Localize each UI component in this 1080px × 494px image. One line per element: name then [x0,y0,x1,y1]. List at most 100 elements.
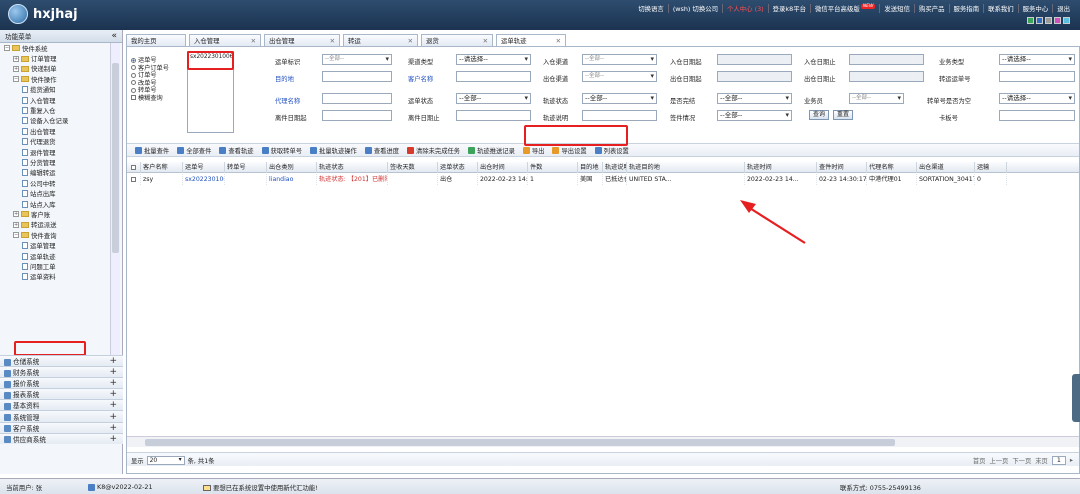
sidebar-item[interactable]: 站点出库 [0,188,110,198]
customer-name-input[interactable] [456,71,531,82]
agent-input[interactable] [322,93,392,104]
sidebar-item[interactable]: 运单资料 [0,272,110,282]
sidebar-item[interactable]: 分货管理 [0,157,110,167]
first-page-button[interactable]: 首页 [973,456,986,465]
page-size-select[interactable]: 20 [146,456,185,465]
close-icon[interactable]: ✕ [483,37,488,45]
chevron-right-icon[interactable]: ▸ [1070,457,1073,464]
sidebar-item[interactable]: 运单管理 [0,240,110,250]
sign-status-select[interactable]: --全部-- [717,110,792,121]
toolbar-button[interactable]: 批量轨迹操作 [310,146,357,155]
expand-icon[interactable]: + [109,356,117,366]
table-cell[interactable]: sx2022301006 [183,174,225,185]
system-item[interactable]: 客户系统 + [0,421,123,433]
column-header[interactable]: 客户名称 [141,162,183,173]
close-icon[interactable]: ✕ [408,37,413,45]
expand-icon[interactable]: + [109,412,117,422]
toolbar-button[interactable]: 清除未完成任务 [407,146,460,155]
nav-switch-company[interactable]: (wsh) 切换公司 [667,4,722,13]
sidebar-item[interactable]: 重复入仓 [0,105,110,115]
column-header[interactable]: 运单号 [183,162,225,173]
track-transit-select[interactable]: --请选择-- [999,93,1075,104]
waybill-status-select[interactable]: --全部-- [456,93,531,104]
tab[interactable]: 出仓管理 ✕ [264,34,340,46]
theme-swatch[interactable] [1045,17,1052,24]
toolbar-button[interactable]: 轨迹推送记录 [468,146,515,155]
toolbar-button[interactable]: 全部查件 [177,146,211,155]
system-item[interactable]: 仓储系统 + [0,355,123,367]
nav-k8-login[interactable]: 登录k8平台 [767,4,810,13]
column-header[interactable]: 轨迹时间 [745,162,817,173]
system-item[interactable]: 供应商系统 + [0,432,123,444]
sidebar-item[interactable]: 问题工单 [0,261,110,271]
sidebar-item[interactable]: 站点入库 [0,199,110,209]
scrollbar-thumb[interactable] [145,439,895,446]
nav-wechat[interactable]: 微信平台高级版 NEW [810,4,879,13]
theme-swatch[interactable] [1036,17,1043,24]
toolbar-button[interactable]: 查看进度 [364,146,399,155]
sidebar-item[interactable]: + 转运派送 [0,220,110,230]
column-header[interactable]: 查件时间 [817,162,867,173]
side-tab[interactable] [1072,374,1080,422]
column-header[interactable]: 轨迹状态 [317,162,388,173]
biz-type-select[interactable]: --请选择-- [999,54,1075,65]
row-checkbox[interactable] [129,174,141,185]
destination-input[interactable] [322,71,392,82]
cardno-input[interactable] [999,110,1075,121]
sidebar-item[interactable]: 入仓管理 [0,95,110,105]
toolbar-button[interactable]: 获取转单号 [261,146,302,155]
salesman-select[interactable]: --全部-- [849,93,904,104]
nav-logout[interactable]: 退出 [1052,4,1074,13]
expand-icon[interactable]: + [13,65,19,72]
sidebar-item[interactable]: 编辑转运 [0,168,110,178]
radio-order[interactable]: 订单号 [131,72,169,80]
out-channel-select[interactable]: --全部-- [582,71,657,82]
expand-icon[interactable]: + [109,378,117,388]
expand-icon[interactable]: + [13,211,19,218]
scrollbar-thumb[interactable] [112,63,119,253]
radio-transfer[interactable]: 转单号 [131,87,169,95]
status-flag-select[interactable]: --全部-- [322,54,392,65]
system-item[interactable]: 基本资料 + [0,399,123,411]
close-icon[interactable]: ✕ [330,37,335,45]
collapse-icon[interactable]: − [13,232,19,239]
theme-swatch[interactable] [1027,17,1034,24]
system-item[interactable]: 财务系统 + [0,366,123,378]
in-date-start-input[interactable] [717,54,792,65]
fuzzy-checkbox[interactable]: 模糊查询 [131,95,169,103]
expand-icon[interactable]: + [13,221,19,228]
column-header[interactable]: 轨迹说明 [603,162,627,173]
nav-contact[interactable]: 联系我们 [983,4,1018,13]
close-icon[interactable]: ✕ [556,37,561,45]
column-header[interactable]: 代理名称 [867,162,917,173]
system-item[interactable]: 报价系统 + [0,377,123,389]
expand-icon[interactable]: + [13,55,19,62]
track-desc-input[interactable] [582,110,657,121]
column-header[interactable]: 转单号 [225,162,267,173]
sidebar-item[interactable]: − 快件查询 [0,230,110,240]
sidebar-item[interactable]: 退件管理 [0,147,110,157]
sidebar-collapse-button[interactable]: « [111,31,117,41]
radio-waybill[interactable]: 运单号 [131,57,169,65]
out-date-start-input[interactable] [717,71,792,82]
track-status-select[interactable]: --全部-- [582,93,657,104]
out-date-end-input[interactable] [849,71,924,82]
expand-icon[interactable]: + [109,389,117,399]
expand-icon[interactable]: + [109,367,117,377]
sidebar-scrollbar[interactable] [110,43,120,355]
sidebar-item[interactable]: + 订单管理 [0,53,110,63]
tab[interactable]: 我的主页 [126,34,186,46]
table-row[interactable]: zsysx2022301006liandiao轨迹状态: 【201】已删除出仓2… [127,174,1079,185]
column-header[interactable]: 轨迹目的地 [627,162,745,173]
collapse-icon[interactable]: − [13,76,19,83]
column-header[interactable]: 签收天数 [388,162,438,173]
column-header[interactable]: 运单状态 [438,162,478,173]
column-header[interactable]: 目的地 [578,162,603,173]
search-button[interactable]: 查询 [809,110,830,120]
column-header[interactable]: 运输 [975,162,1007,173]
sidebar-item[interactable]: 代理退货 [0,137,110,147]
expand-icon[interactable]: + [109,434,117,444]
nav-service[interactable]: 服务中心 [1017,4,1053,13]
logo[interactable]: hxjhaj [8,4,78,24]
tab[interactable]: 退货 ✕ [421,34,493,46]
